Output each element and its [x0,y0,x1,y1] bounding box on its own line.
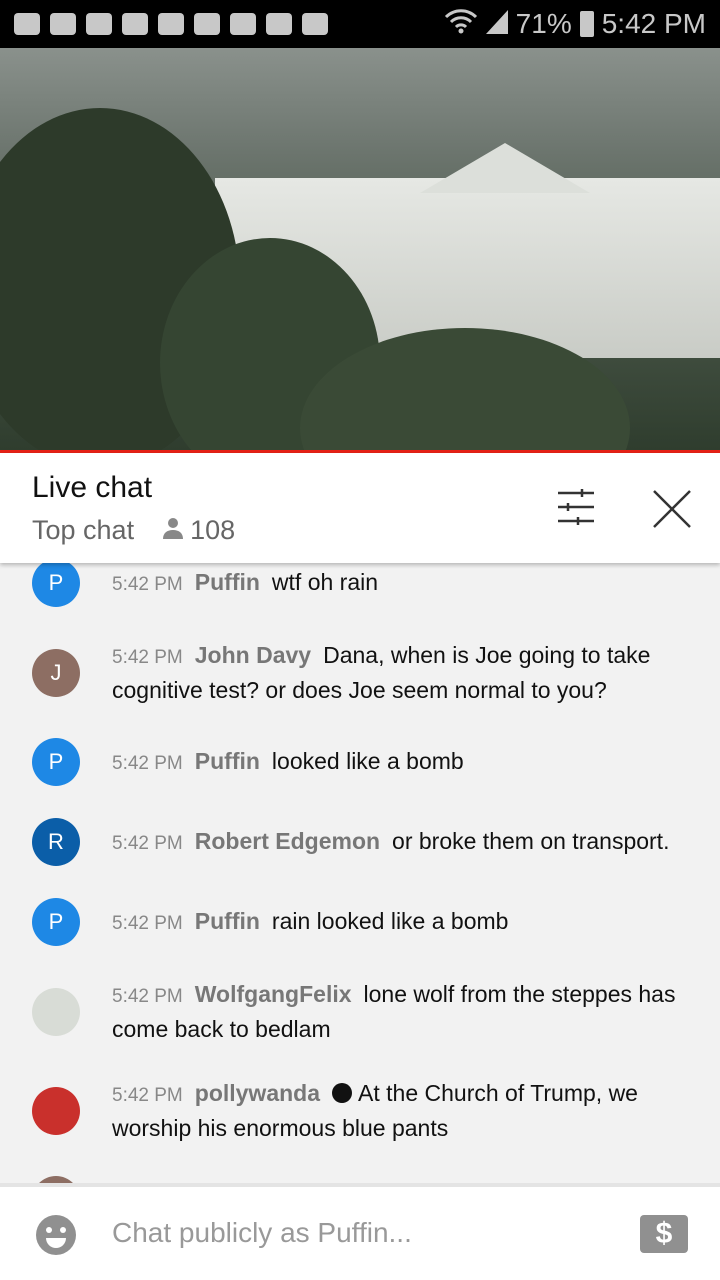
chat-message[interactable]: P 5:42 PM Puffin looked like a bomb [0,722,720,802]
youtube-icon [122,13,148,35]
message-author[interactable]: pollywanda [195,1080,320,1106]
message-text: looked like a bomb [271,747,464,774]
battery-percent: 71% [515,8,572,39]
crown-icon [158,13,184,35]
message-author[interactable]: Robert Edgemon [195,828,380,854]
black-circle-emoji-icon [332,1083,353,1103]
message-author[interactable]: WolfgangFelix [195,981,352,1007]
chat-message[interactable]: R 5:42 PM Robert Edgemon or broke them on … [0,802,720,882]
chat-input-bar: Chat publicly as Puffin... $ [0,1183,720,1280]
message-author[interactable]: Puffin [195,908,260,934]
message-body: 5:42 PM WolfgangFelix lone wolf from the s… [112,978,690,1045]
message-author[interactable]: Puffin [195,748,260,774]
person-icon [162,515,184,546]
warning-icon [230,13,256,35]
avatar[interactable] [32,1086,80,1135]
message-body: 5:42 PM Puffin looked like a bomb [112,745,464,780]
image-icon [266,13,292,35]
folder-icon [194,13,220,35]
filter-settings-icon[interactable] [556,489,596,525]
avatar[interactable]: P [32,563,80,607]
message-time: 5:42 PM [112,1085,183,1106]
play-store-icon [302,13,328,35]
chat-title: Live chat [32,471,153,504]
avatar[interactable]: J [32,1176,80,1183]
message-body: 5:42 PM pollywanda At the Church of Trump,… [112,1077,690,1144]
youtube-icon [50,13,76,35]
message-time: 5:42 PM [112,832,183,854]
avatar[interactable]: R [32,818,80,866]
chat-header: Live chat Top chat 108 [0,453,720,563]
chat-message[interactable]: P 5:42 PM Puffin rain looked like a bomb [0,882,720,962]
message-text: or broke them on transport. [392,827,670,854]
video-player[interactable] [0,48,720,450]
avatar[interactable] [32,987,80,1036]
youtube-icon [86,13,112,35]
message-time: 5:42 PM [112,573,183,595]
chat-message[interactable]: 5:42 PM WolfgangFelix lone wolf from the s… [0,962,720,1061]
message-author[interactable]: John Davy [195,642,311,668]
message-text: wtf oh rain [271,568,379,595]
message-time: 5:42 PM [112,986,183,1007]
avatar[interactable]: P [32,738,80,786]
chat-message[interactable]: J 5:42 PMJohn DavyJenny? troll [0,1160,720,1183]
wifi-icon [444,8,478,41]
message-body: 5:42 PM Robert Edgemon or broke them on tr… [112,825,669,860]
avatar[interactable]: J [32,648,80,697]
message-text: rain looked like a bomb [271,907,509,934]
message-body: 5:42 PM John Davy Dana, when is Joe going … [112,639,690,706]
chat-mode-selector[interactable]: Top chat [32,515,134,546]
super-chat-dollar-icon[interactable]: $ [640,1215,688,1253]
message-body: 5:42 PM Puffin rain looked like a bomb [112,905,508,940]
video-frame-portico [420,143,590,193]
message-time: 5:42 PM [112,647,183,668]
message-author[interactable]: Puffin [195,569,260,595]
chat-message[interactable]: 5:42 PM pollywanda At the Church of Trump,… [0,1061,720,1160]
battery-icon [579,11,594,37]
status-bar: 71% 5:42 PM [0,0,720,48]
message-text: Dana, when is Joe going to take cognitiv… [112,642,651,703]
avatar[interactable]: P [32,898,80,946]
chat-input[interactable]: Chat publicly as Puffin... [112,1217,412,1249]
message-icon [14,13,40,35]
message-time: 5:42 PM [112,752,183,774]
emoji-icon[interactable] [36,1215,76,1255]
clock: 5:42 PM [601,8,706,39]
chat-message-list[interactable]: P 5:42 PM Puffin wtf oh rain J 5:42 PM John … [0,563,720,1183]
message-text: At the Church of Trump, we worship his e… [112,1080,638,1141]
message-time: 5:42 PM [112,912,183,934]
message-body: 5:42 PM Puffin wtf oh rain [112,566,378,601]
viewer-count: 108 [190,515,236,545]
signal-icon [485,8,508,41]
chat-message[interactable]: J 5:42 PM John Davy Dana, when is Joe goin… [0,623,720,722]
close-icon[interactable] [652,489,692,529]
chat-message[interactable]: P 5:42 PM Puffin wtf oh rain [0,563,720,623]
